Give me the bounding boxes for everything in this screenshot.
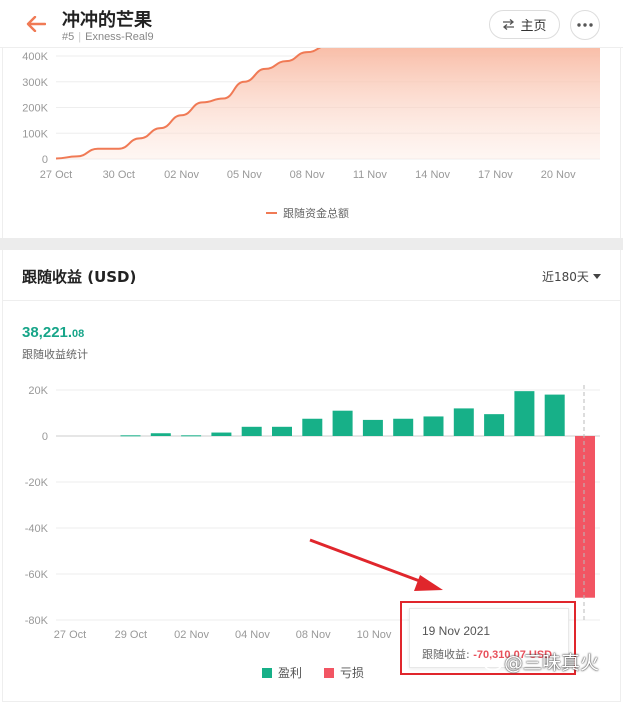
weibo-logo-icon <box>484 659 502 671</box>
account-name: Exness-Real9 <box>85 31 154 43</box>
x-tick-label: 17 Nov <box>478 169 513 181</box>
legend-loss[interactable]: 亏损 <box>324 664 364 681</box>
x-tick-label: 14 Nov <box>415 169 450 181</box>
caret-down-icon <box>592 274 601 279</box>
profit-bar[interactable] <box>393 418 414 436</box>
watermark: @三味真火 <box>484 648 599 675</box>
x-tick-label: 27 Oct <box>54 629 86 641</box>
header: 冲冲的芒果 #5 | Exness-Real9 主页 <box>0 0 623 48</box>
profit-bar[interactable] <box>241 426 262 436</box>
arrow-left-icon <box>26 16 46 32</box>
rank-label: #5 <box>62 31 75 43</box>
x-tick-label: 29 Oct <box>115 629 147 641</box>
legend-loss-label: 亏损 <box>340 666 365 680</box>
section-separator <box>0 238 623 250</box>
y-tick-label: 0 <box>42 431 48 443</box>
legend-loss-swatch <box>324 667 335 678</box>
profit-bar[interactable] <box>514 391 535 436</box>
x-tick-label: 11 Nov <box>353 169 388 181</box>
profit-loss-legend: 盈利 亏损 <box>262 664 364 681</box>
total-profit-value: 38,221.08 <box>22 324 84 341</box>
y-tick-label: 100K <box>22 128 48 140</box>
home-label: 主页 <box>520 19 547 34</box>
legend-label: 跟随资金总额 <box>283 207 349 220</box>
profit-bar[interactable] <box>453 408 474 436</box>
watermark-text: @三味真火 <box>504 652 600 674</box>
legend-profit-swatch <box>262 667 272 678</box>
annotation-arrow-head <box>414 575 443 591</box>
x-tick-label: 02 Nov <box>164 169 199 181</box>
profit-bar[interactable] <box>120 435 141 437</box>
profit-bar[interactable] <box>362 419 383 436</box>
x-tick-label: 30 Oct <box>103 169 135 181</box>
annotation-arrow-line <box>309 538 426 585</box>
x-tick-label: 02 Nov <box>174 629 209 641</box>
fund-total-legend: 跟随资金总额 <box>266 205 349 221</box>
x-tick-label: 20 Nov <box>541 169 576 181</box>
swap-icon <box>503 19 515 30</box>
x-tick-label: 05 Nov <box>227 169 262 181</box>
range-dropdown[interactable]: 近180天 <box>542 268 601 285</box>
total-profit-dec: 08 <box>72 328 85 340</box>
profit-bar[interactable] <box>181 435 202 437</box>
profit-bar[interactable] <box>150 433 171 436</box>
more-button[interactable] <box>570 10 600 40</box>
profit-bar[interactable] <box>302 418 323 436</box>
y-tick-label: 20K <box>28 385 48 397</box>
x-tick-label: 08 Nov <box>290 169 325 181</box>
y-tick-label: -40K <box>25 523 49 535</box>
y-tick-label: 200K <box>22 103 48 115</box>
legend-line-swatch <box>266 212 277 214</box>
profit-bar[interactable] <box>423 416 444 436</box>
more-icon <box>577 23 593 27</box>
x-tick-label: 10 Nov <box>357 629 392 641</box>
divider <box>2 300 621 301</box>
account-subtitle: #5 | Exness-Real9 <box>62 31 154 43</box>
y-tick-label: -60K <box>25 569 49 581</box>
x-tick-label: 08 Nov <box>296 629 331 641</box>
loss-bar[interactable] <box>575 436 595 598</box>
y-tick-label: 400K <box>22 51 48 63</box>
x-tick-label: 27 Oct <box>40 169 72 181</box>
page-title: 冲冲的芒果 <box>62 10 152 31</box>
total-profit-int: 38,221. <box>22 324 73 341</box>
y-tick-label: -20K <box>25 477 49 489</box>
total-profit-label: 跟随收益统计 <box>22 348 88 361</box>
profit-bar[interactable] <box>484 414 505 436</box>
profit-bar[interactable] <box>272 426 292 436</box>
profit-bar[interactable] <box>332 410 353 436</box>
y-tick-label: -80K <box>25 615 49 627</box>
fund-total-chart: 400K 300K 200K 100K 0 27 Oct 30 Oct 02 Nov 05 N… <box>22 48 600 181</box>
area-fill <box>56 48 600 159</box>
section-title: 跟随收益 (USD) <box>22 268 137 286</box>
back-button[interactable] <box>22 10 50 38</box>
legend-profit[interactable]: 盈利 <box>262 664 302 681</box>
x-tick-label: 04 Nov <box>235 629 270 641</box>
y-tick-label: 300K <box>22 77 48 89</box>
y-tick-label: 0 <box>42 154 48 166</box>
legend-profit-label: 盈利 <box>278 666 303 680</box>
range-label: 近180天 <box>542 270 589 284</box>
profit-bar[interactable] <box>544 394 565 436</box>
home-button[interactable]: 主页 <box>489 10 560 39</box>
profit-bar[interactable] <box>211 432 232 436</box>
separator: | <box>78 31 82 43</box>
